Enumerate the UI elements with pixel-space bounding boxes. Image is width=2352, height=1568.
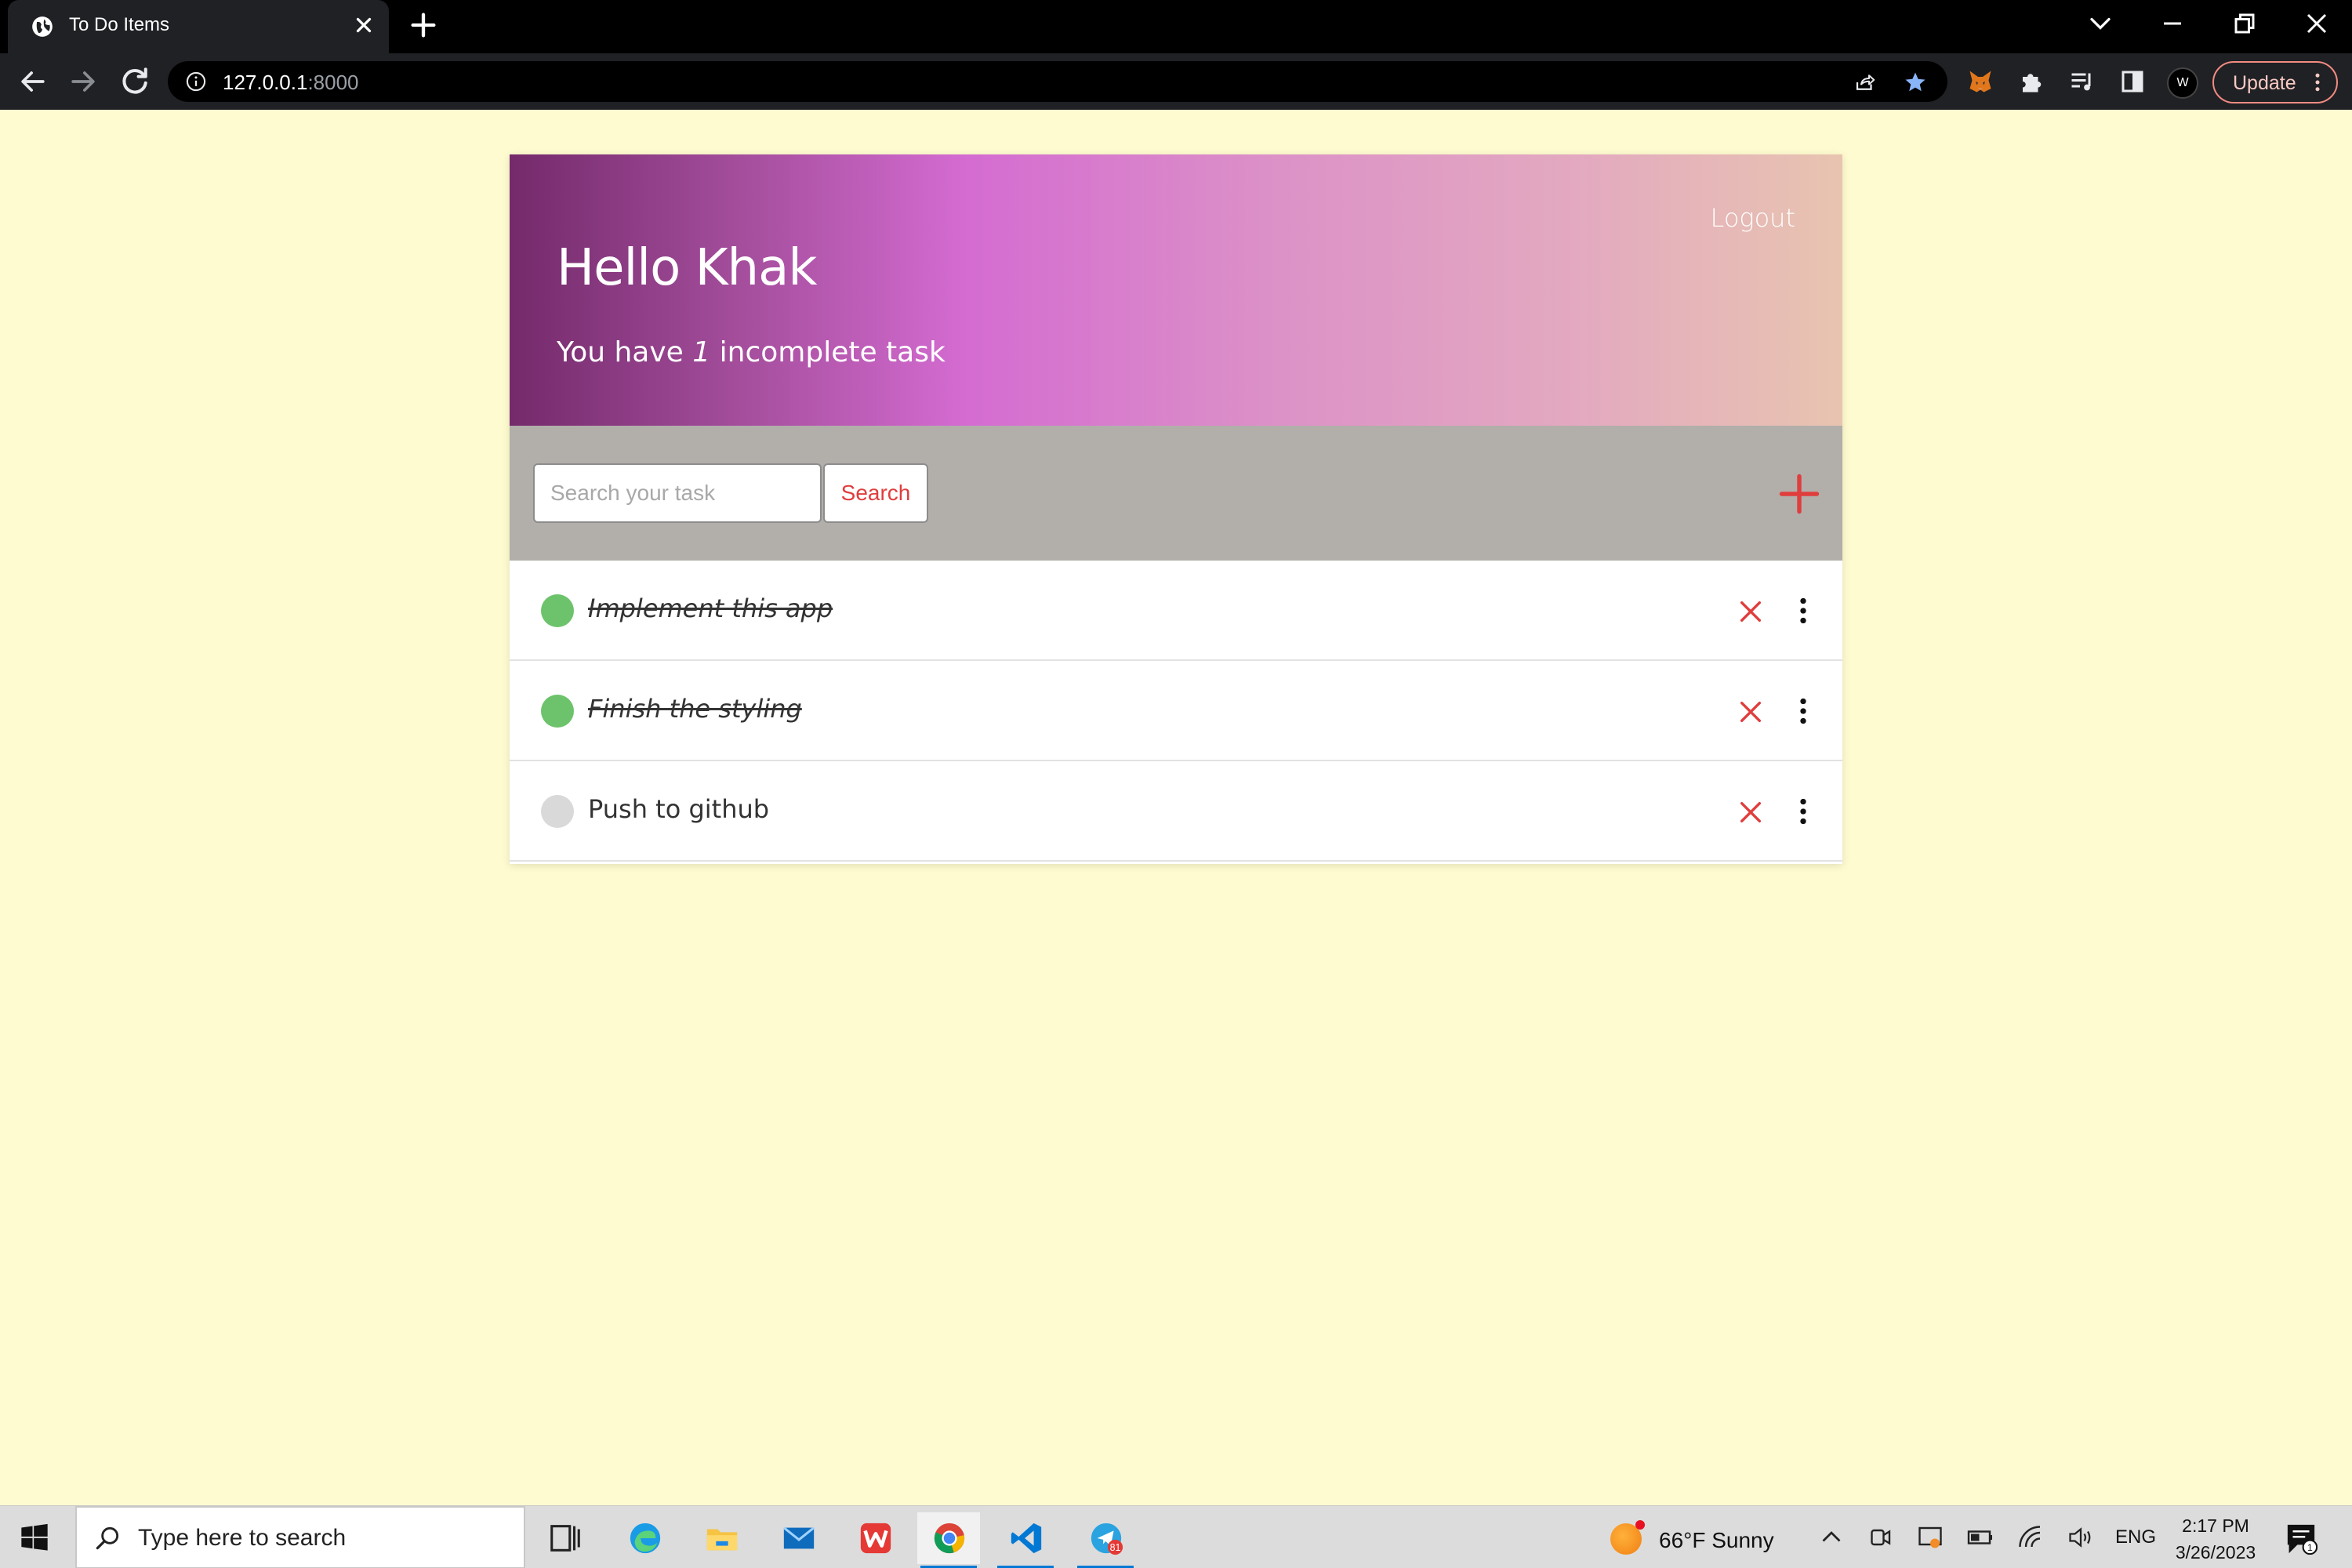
language-indicator[interactable]: ENG (2115, 1526, 2156, 1548)
edge-taskbar-button[interactable] (613, 1512, 676, 1564)
header-banner: Logout Hello Khak You have 1 incomplete … (510, 154, 1842, 426)
tab-search-chevron-icon[interactable] (2081, 6, 2120, 41)
bookmark-star-icon[interactable] (1904, 71, 1927, 94)
window-close-icon[interactable] (2297, 6, 2336, 41)
weather-text: 66°F Sunny (1659, 1528, 1774, 1552)
url-host: 127.0.0.1 (223, 71, 308, 94)
telegram-icon: 81 (1091, 1523, 1123, 1555)
delete-task-icon[interactable] (1737, 699, 1764, 725)
task-title[interactable]: Finish the styling (588, 694, 802, 724)
todo-card: Logout Hello Khak You have 1 incomplete … (510, 154, 1842, 864)
notification-center-icon[interactable]: 1 (2285, 1522, 2318, 1555)
search-button[interactable]: Search (823, 463, 928, 523)
system-clock[interactable]: 2:17 PM 3/26/2023 (2169, 1512, 2263, 1566)
metamask-fox-icon[interactable] (1966, 67, 1994, 96)
tab-title: To Do Items (69, 14, 170, 35)
reload-icon[interactable] (118, 64, 152, 99)
file-explorer-taskbar-button[interactable] (690, 1512, 753, 1564)
address-bar[interactable]: 127.0.0.1:8000 (168, 61, 1947, 102)
extensions-puzzle-icon[interactable] (2018, 67, 2046, 96)
share-icon[interactable] (1853, 71, 1877, 94)
telegram-badge-count: 81 (1110, 1542, 1121, 1553)
task-title[interactable]: Implement this app (588, 593, 833, 623)
search-bar: Search (510, 426, 1842, 561)
site-info-icon[interactable] (185, 71, 207, 93)
task-row[interactable]: Push to github (510, 761, 1842, 862)
tab-close-icon[interactable] (350, 11, 378, 39)
windows-taskbar: Type here to search 81 66°F Sunny ENG 2:… (0, 1505, 2352, 1568)
battery-icon[interactable] (1966, 1523, 1994, 1552)
folder-icon (706, 1529, 738, 1551)
task-view-icon (550, 1525, 580, 1552)
taskbar-search-box[interactable]: Type here to search (75, 1506, 525, 1568)
url-port: :8000 (307, 71, 359, 94)
task-view-button[interactable] (533, 1512, 596, 1564)
minimize-icon[interactable] (2153, 6, 2192, 41)
incomplete-summary: You have 1 incomplete task (557, 336, 946, 368)
task-options-kebab-icon[interactable] (1795, 796, 1811, 827)
task-row[interactable]: Finish the styling (510, 661, 1842, 761)
task-options-kebab-icon[interactable] (1795, 695, 1811, 727)
summary-prefix: You have (557, 336, 693, 368)
browser-toolbar: 127.0.0.1:8000 W Update (0, 53, 2352, 110)
summary-suffix: incomplete task (710, 336, 946, 368)
url-text: 127.0.0.1:8000 (223, 71, 359, 95)
update-button[interactable]: Update (2212, 61, 2338, 103)
chrome-taskbar-button[interactable] (917, 1512, 980, 1568)
task-options-kebab-icon[interactable] (1795, 595, 1811, 626)
search-icon (96, 1526, 119, 1550)
side-panel-icon[interactable] (2118, 67, 2147, 96)
task-complete-toggle[interactable] (541, 795, 574, 828)
browser-tabstrip: To Do Items (0, 0, 2352, 53)
new-tab-icon[interactable] (408, 9, 439, 41)
wps-office-taskbar-button[interactable] (844, 1512, 906, 1564)
wps-office-icon (860, 1523, 891, 1554)
mail-icon (782, 1526, 815, 1549)
add-task-plus-icon[interactable] (1778, 473, 1820, 515)
profile-avatar[interactable]: W (2167, 67, 2198, 99)
kebab-menu-icon[interactable] (2313, 71, 2322, 94)
update-button-label: Update (2233, 72, 2296, 94)
meet-now-camera-icon[interactable] (1866, 1523, 1894, 1552)
greeting-heading: Hello Khak (557, 239, 817, 297)
task-title[interactable]: Push to github (588, 794, 769, 824)
mail-taskbar-button[interactable] (767, 1512, 829, 1564)
browser-tab-active[interactable]: To Do Items (8, 0, 389, 53)
chrome-icon (934, 1523, 965, 1554)
task-search-input[interactable] (533, 463, 822, 523)
windows-start-icon[interactable] (19, 1522, 50, 1553)
forward-arrow-icon[interactable] (66, 64, 100, 99)
task-row[interactable]: Implement this app (510, 561, 1842, 661)
display-notification-icon[interactable] (1916, 1523, 1944, 1552)
delete-task-icon[interactable] (1737, 598, 1764, 625)
taskbar-search-placeholder: Type here to search (138, 1525, 347, 1551)
clock-time: 2:17 PM (2182, 1515, 2249, 1536)
chevron-up-icon[interactable] (1817, 1523, 1846, 1552)
telegram-taskbar-button[interactable]: 81 (1074, 1512, 1137, 1568)
globe-icon (32, 16, 53, 37)
vscode-icon (1011, 1523, 1042, 1554)
vscode-taskbar-button[interactable] (994, 1512, 1057, 1568)
logout-link[interactable]: Logout (1711, 203, 1795, 233)
wifi-icon[interactable] (2016, 1523, 2045, 1552)
back-arrow-icon[interactable] (16, 64, 50, 99)
volume-icon[interactable] (2067, 1523, 2095, 1552)
clock-date: 3/26/2023 (2175, 1542, 2256, 1563)
task-complete-toggle[interactable] (541, 594, 574, 627)
task-complete-toggle[interactable] (541, 695, 574, 728)
notification-count: 1 (2307, 1542, 2313, 1553)
restore-icon[interactable] (2225, 6, 2264, 41)
delete-task-icon[interactable] (1737, 799, 1764, 826)
edge-icon (630, 1523, 661, 1554)
incomplete-count: 1 (692, 336, 711, 368)
weather-alert-dot (1635, 1520, 1645, 1530)
media-playlist-icon[interactable] (2068, 67, 2096, 96)
